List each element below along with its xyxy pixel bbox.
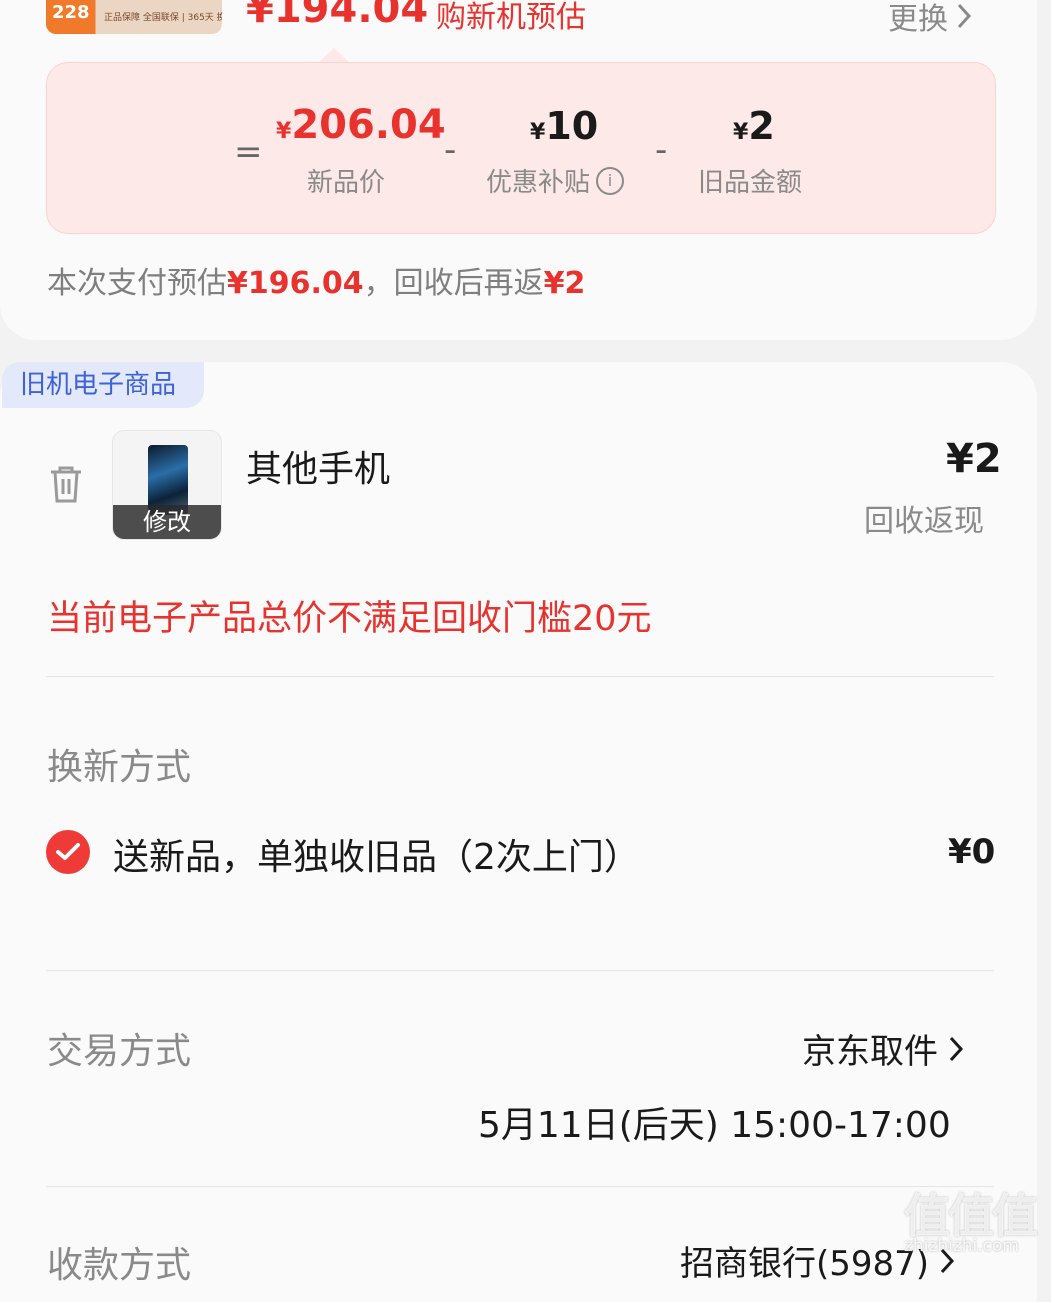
new-purchase-estimate-price: ¥194.04 bbox=[246, 0, 429, 32]
trade-method-title: 交易方式 bbox=[47, 1031, 192, 1072]
old-phone-image[interactable]: 修改 bbox=[112, 430, 222, 540]
pickup-time[interactable]: 5月11日(后天) 15:00-17:00 bbox=[478, 1096, 951, 1148]
recycle-cashback-label: 回收返现 bbox=[864, 504, 984, 539]
chevron-right-icon bbox=[949, 1036, 964, 1061]
divider bbox=[46, 1186, 994, 1187]
divider bbox=[46, 676, 994, 677]
change-label: 更换 bbox=[888, 2, 948, 37]
new-price-label-text: 新品价 bbox=[307, 168, 386, 198]
chevron-right-icon bbox=[957, 3, 972, 29]
checkmark-icon[interactable] bbox=[46, 830, 90, 874]
divider bbox=[46, 970, 994, 971]
subsidy-label-text: 优惠补贴 bbox=[486, 168, 591, 198]
estimate-middle: ，回收后再返 bbox=[363, 266, 544, 301]
watermark-url: zhizhizhi.com bbox=[904, 1236, 1019, 1256]
new-price-label: 新品价 bbox=[307, 162, 385, 199]
edit-button[interactable]: 修改 bbox=[113, 505, 221, 539]
equals-sign: = bbox=[234, 132, 263, 172]
subsidy-value: ¥10 bbox=[530, 104, 598, 148]
exchange-option-label[interactable]: 送新品，单独收旧品（2次上门） bbox=[113, 828, 640, 880]
info-icon[interactable]: i bbox=[596, 166, 625, 195]
estimate-pay-amount: ¥196.04 bbox=[227, 266, 364, 301]
old-item-label: 旧品金额 bbox=[698, 162, 802, 199]
recycle-threshold-warning: 当前电子产品总价不满足回收门槛20元 bbox=[47, 599, 652, 639]
currency-symbol: ¥ bbox=[733, 120, 749, 145]
old-item-label-text: 旧品金额 bbox=[698, 168, 803, 198]
new-product-thumbnail[interactable]: 228 正品保障 全国联保 | 365天 换新机 bbox=[46, 0, 222, 34]
estimate-prefix: 本次支付预估 bbox=[47, 266, 227, 301]
change-button[interactable]: 更换 bbox=[888, 0, 972, 38]
trash-icon[interactable] bbox=[48, 464, 84, 504]
calc-box-pointer bbox=[318, 48, 350, 63]
payment-method-title: 收款方式 bbox=[47, 1245, 192, 1286]
thumbnail-badge: 228 bbox=[52, 2, 90, 23]
payment-estimate-line: 本次支付预估¥196.04，回收后再返¥2 bbox=[47, 258, 585, 302]
minus-sign: - bbox=[655, 130, 668, 170]
old-product-name: 其他手机 bbox=[246, 449, 391, 490]
trade-method-selector[interactable]: 京东取件 bbox=[802, 1024, 964, 1073]
estimate-return-amount: ¥2 bbox=[543, 266, 586, 301]
minus-sign: - bbox=[444, 130, 457, 170]
payment-method-value: 招商银行(5987) bbox=[680, 1244, 930, 1284]
new-price-number: 206.04 bbox=[291, 102, 446, 148]
trade-method-value: 京东取件 bbox=[802, 1032, 938, 1072]
currency-symbol: ¥ bbox=[530, 120, 546, 145]
subsidy-label[interactable]: 优惠补贴 i bbox=[486, 162, 625, 199]
old-item-number: 2 bbox=[748, 104, 775, 148]
price-calculation-box bbox=[46, 62, 996, 234]
exchange-option-price: ¥0 bbox=[948, 832, 996, 872]
currency-symbol: ¥ bbox=[276, 119, 292, 144]
subsidy-number: 10 bbox=[545, 104, 599, 148]
new-price-value: ¥206.04 bbox=[276, 102, 446, 148]
old-item-value: ¥2 bbox=[733, 104, 775, 148]
thumbnail-caption: 正品保障 全国联保 | 365天 换新机 bbox=[104, 13, 222, 23]
exchange-method-title: 换新方式 bbox=[47, 747, 192, 788]
old-electronics-tag: 旧机电子商品 bbox=[2, 362, 204, 408]
new-purchase-estimate-label: 购新机预估 bbox=[436, 0, 586, 35]
old-product-price: ¥2 bbox=[946, 436, 1002, 482]
